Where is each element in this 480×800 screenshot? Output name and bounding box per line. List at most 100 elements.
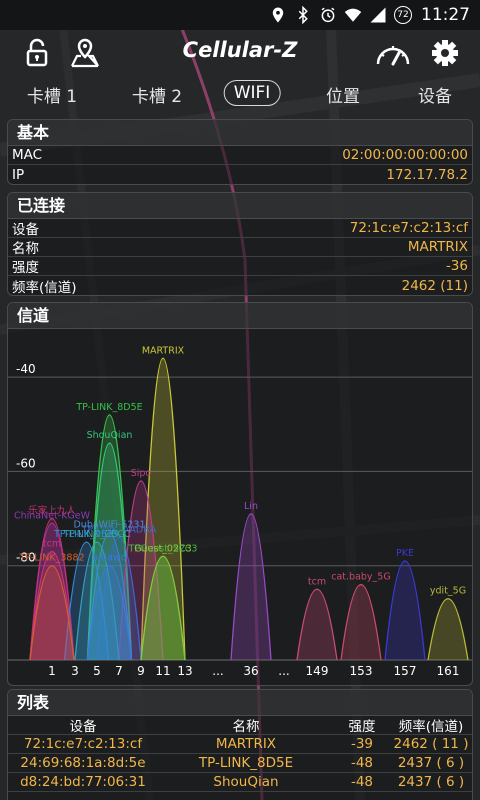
row-value: 172.17.78.2 [386,166,468,183]
cell-frequency: 2437 ( 6 ) [397,755,465,771]
column-header-strength[interactable]: 强度 [334,715,390,735]
tab-bar: 卡槽 1 卡槽 2 WIFI 位置 设备 [0,80,480,116]
y-tick-label: -40 [16,362,36,376]
channel-chart: -40-60-80MARTRIXTP-LINK_8D5EShouQianSipo… [8,345,472,678]
info-row: 名称 MARTRIX [8,238,472,257]
series-label: PKE [396,548,414,559]
x-tick-label: 11 [155,664,170,678]
x-tick-label: 5 [93,664,101,678]
cell-strength: -39 [350,736,374,752]
cell-device: d8:24:bd:77:06:31 [20,774,146,790]
list-panel: 列表 设备 名称 强度 频率(信道) 72:1c:e7:c2:13:cf MAR… [7,689,473,800]
row-key: 频率(信道) [12,279,77,296]
row-value: -36 [445,258,468,274]
list-column-headers: 设备 名称 强度 频率(信道) [8,716,472,735]
column-header-frequency[interactable]: 频率(信道) [390,715,472,735]
x-tick-label: 13 [177,664,192,678]
battery-indicator: 72 [394,6,412,24]
column-header-device[interactable]: 设备 [8,715,158,735]
x-tick-label: 9 [137,664,145,678]
tab-device[interactable]: 设备 [418,82,452,107]
cell-device: 24:69:68:1a:8d:5e [20,755,146,771]
cell-name: TP-LINK_8D5E [198,755,294,771]
x-tick-label: 1 [48,664,56,678]
series-label: 乐家上九人 [28,505,76,517]
x-tick-label: 161 [437,664,460,678]
list-header: 列表 [8,690,472,716]
series-label: TP-LINK_3882 [18,553,84,564]
x-tick-label: 3 [71,664,79,678]
series-label: aidawo [93,553,127,564]
info-row: 强度 -36 [8,257,472,276]
x-tick-label: 149 [306,664,329,678]
basic-header: 基本 [8,120,472,146]
info-row: 频率(信道) 2462 (11) [8,276,472,296]
cell-name: MARTRIX [215,736,277,752]
cell-frequency: 2462 ( 11 ) [393,736,469,752]
series-label: TP-LINK_CBCC [62,529,131,540]
table-row[interactable]: 72:1c:e7:c2:13:cf MARTRIX -39 2462 ( 11 … [8,735,472,754]
x-tick-label: 36 [243,664,258,678]
location-icon [272,7,284,23]
channel-panel: 信道 -40 -60 -80 MARTRIX TP-LINK_8D5E ShouQian S… [7,302,473,686]
gear-icon[interactable] [428,36,462,70]
bluetooth-icon [298,6,308,24]
y-tick-label: -60 [16,456,36,470]
row-key: 强度 [12,260,39,276]
series-label: TP-LINK_8D5E [75,402,142,413]
channel-header: 信道 [8,303,472,329]
info-row: MAC 02:00:00:00:00:00 [8,146,472,165]
info-row: 设备 72:1c:e7:c2:13:cf [8,219,472,238]
x-tick-label: ... [212,664,223,678]
channel-curve [29,565,75,661]
channel-curve [427,598,469,661]
cell-frequency: 2437 ( 6 ) [397,774,465,790]
series-label: ydit_5G [430,586,466,597]
row-key: MAC [12,147,43,163]
x-tick-label: 157 [394,664,417,678]
tab-sim2[interactable]: 卡槽 2 [132,82,182,107]
info-row: IP 172.17.78.2 [8,165,472,184]
signal-icon [370,7,386,23]
wifi-icon [344,8,362,22]
series-label: MARTRIX [142,345,185,356]
tab-wifi[interactable]: WIFI [223,80,281,106]
series-label: Guest_02C3 [134,543,191,554]
channel-curve [296,588,338,661]
tab-sim1[interactable]: 卡槽 1 [27,82,77,107]
app-bar: Cellular-Z [0,30,480,78]
series-label: cat.baby_5G [331,572,390,583]
row-value: MARTRIX [407,239,468,255]
clock: 11:27 [421,5,470,25]
row-value: 02:00:00:00:00:00 [342,147,468,163]
channel-curve [340,584,382,661]
channel-curve [384,560,426,661]
alarm-icon [321,7,335,23]
row-key: 名称 [12,241,39,257]
x-tick-label: ... [278,664,289,678]
series-label: tcm [308,576,326,587]
row-key: IP [12,166,25,183]
cell-strength: -48 [350,774,374,790]
basic-panel: 基本 MAC 02:00:00:00:00:00 IP 172.17.78.2 [7,119,473,185]
tab-location[interactable]: 位置 [326,82,360,107]
series-label: ShouQian [87,430,133,441]
table-row[interactable]: d8:24:bd:77:06:31 ShouQian -48 2437 ( 6 … [8,773,472,792]
speedometer-icon[interactable] [373,36,413,70]
series-label: Lin [244,501,258,512]
connected-header: 已连接 [8,193,472,219]
row-value: 72:1c:e7:c2:13:cf [349,220,468,236]
series-label: Sipo [131,468,152,479]
cell-name: ShouQian [213,774,279,790]
column-header-name[interactable]: 名称 [158,715,334,735]
series-label: tcm [43,539,61,550]
x-tick-label: 153 [350,664,373,678]
row-key: 设备 [12,222,39,238]
x-tick-label: 7 [115,664,123,678]
cell-strength: -48 [350,755,374,771]
table-row[interactable]: 24:69:68:1a:8d:5e TP-LINK_8D5E -48 2437 … [8,754,472,773]
cell-device: 72:1c:e7:c2:13:cf [23,736,143,752]
status-bar: 72 11:27 [0,0,480,30]
channel-curve [230,513,272,661]
connected-panel: 已连接 设备 72:1c:e7:c2:13:cf 名称 MARTRIX 强度 -… [7,192,473,296]
